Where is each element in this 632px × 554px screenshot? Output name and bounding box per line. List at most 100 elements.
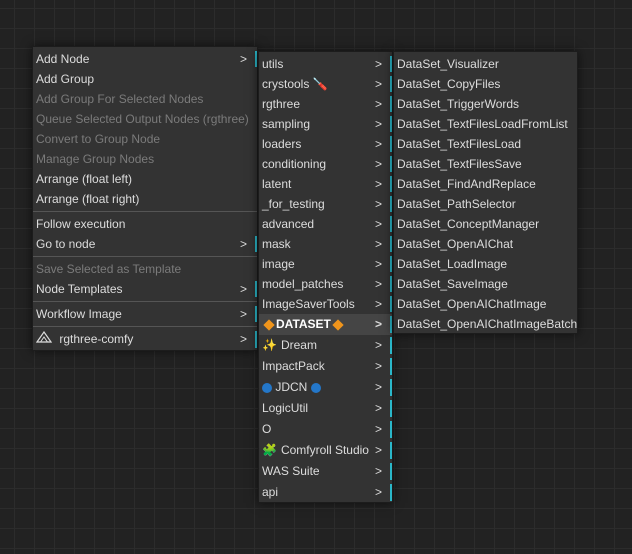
- chevron-right-icon: >: [374, 237, 382, 251]
- menu-separator: [33, 211, 257, 212]
- chevron-right-icon: >: [374, 277, 382, 291]
- chevron-right-icon: >: [239, 307, 247, 321]
- category-label: utils: [262, 57, 284, 71]
- menu-item-workflow-image[interactable]: Workflow Image >: [33, 304, 257, 324]
- node-dataset-pathselector[interactable]: DataSet_PathSelector: [394, 194, 577, 214]
- menu-item-follow-execution[interactable]: Follow execution: [33, 214, 257, 234]
- category-logicutil[interactable]: LogicUtil >: [259, 398, 392, 419]
- chevron-right-icon: >: [374, 117, 382, 131]
- menu-item-arrange-float-right[interactable]: Arrange (float right): [33, 189, 257, 209]
- node-dataset-openaichat[interactable]: DataSet_OpenAIChat: [394, 234, 577, 254]
- node-dataset-conceptmanager[interactable]: DataSet_ConceptManager: [394, 214, 577, 234]
- category-jdcn[interactable]: JDCN >: [259, 377, 392, 398]
- category-mask[interactable]: mask >: [259, 234, 392, 254]
- chevron-right-icon: >: [374, 443, 382, 457]
- puzzle-piece-icon: 🧩: [262, 443, 277, 458]
- chevron-right-icon: >: [374, 137, 382, 151]
- category-dataset[interactable]: DATASET >: [259, 314, 392, 335]
- menu-item-label: Arrange (float left): [36, 172, 133, 186]
- category-conditioning[interactable]: conditioning >: [259, 154, 392, 174]
- category-image[interactable]: image >: [259, 254, 392, 274]
- category-api[interactable]: api >: [259, 482, 392, 503]
- category-model-patches[interactable]: model_patches >: [259, 274, 392, 294]
- menu-item-save-selected-template: Save Selected as Template: [33, 259, 257, 279]
- category-latent[interactable]: latent >: [259, 174, 392, 194]
- menu-item-node-templates[interactable]: Node Templates >: [33, 279, 257, 299]
- category-label: O: [262, 422, 272, 436]
- category-advanced[interactable]: advanced >: [259, 214, 392, 234]
- chevron-right-icon: >: [374, 380, 382, 394]
- node-dataset-findandreplace[interactable]: DataSet_FindAndReplace: [394, 174, 577, 194]
- category-dream[interactable]: ✨ Dream >: [259, 335, 392, 356]
- category-loaders[interactable]: loaders >: [259, 134, 392, 154]
- menu-item-label: Manage Group Nodes: [36, 152, 155, 166]
- category-label: image: [262, 257, 295, 271]
- menu-item-rgthree-comfy[interactable]: rgthree-comfy >: [33, 329, 257, 350]
- category-utils[interactable]: utils >: [259, 54, 392, 74]
- menu-separator: [33, 326, 257, 327]
- node-dataset-textfilesloadfromlist[interactable]: DataSet_TextFilesLoadFromList: [394, 114, 577, 134]
- category-label: ImageSaverTools: [262, 297, 355, 311]
- chevron-right-icon: >: [374, 464, 382, 478]
- node-dataset-saveimage[interactable]: DataSet_SaveImage: [394, 274, 577, 294]
- category-rgthree[interactable]: rgthree >: [259, 94, 392, 114]
- chevron-right-icon: >: [374, 157, 382, 171]
- menu-item-label: Queue Selected Output Nodes (rgthree): [36, 112, 249, 126]
- category-o[interactable]: O >: [259, 419, 392, 440]
- chevron-right-icon: >: [239, 52, 247, 66]
- orange-diamond-icon: [332, 319, 344, 331]
- menu-item-go-to-node[interactable]: Go to node >: [33, 234, 257, 254]
- chevron-right-icon: >: [374, 177, 382, 191]
- menu-item-label: Save Selected as Template: [36, 262, 182, 276]
- chevron-right-icon: >: [239, 332, 247, 346]
- menu-item-label: Add Group For Selected Nodes: [36, 92, 204, 106]
- node-dataset-loadimage[interactable]: DataSet_LoadImage: [394, 254, 577, 274]
- category-label: crystools 🪛: [262, 77, 328, 91]
- category-label: ImpactPack: [262, 359, 325, 373]
- canvas-context-menu: Add Node > Add Group Add Group For Selec…: [32, 46, 258, 351]
- category-label: DATASET: [276, 317, 331, 331]
- chevron-right-icon: >: [374, 297, 382, 311]
- node-dataset-visualizer[interactable]: DataSet_Visualizer: [394, 54, 577, 74]
- sparkles-icon: ✨: [262, 338, 277, 353]
- dataset-submenu: DataSet_Visualizer DataSet_CopyFiles Dat…: [393, 51, 578, 334]
- category-label: Comfyroll Studio: [280, 443, 369, 457]
- node-dataset-openaichatimage[interactable]: DataSet_OpenAIChatImage: [394, 294, 577, 314]
- node-dataset-textfilessave[interactable]: DataSet_TextFilesSave: [394, 154, 577, 174]
- menu-item-label: Workflow Image: [36, 307, 122, 321]
- menu-item-label: Add Group: [36, 72, 95, 86]
- chevron-right-icon: >: [374, 422, 382, 436]
- category-label: sampling: [262, 117, 311, 131]
- menu-item-label: Convert to Group Node: [36, 132, 161, 146]
- menu-item-add-node[interactable]: Add Node >: [33, 49, 257, 69]
- chevron-right-icon: >: [374, 57, 382, 71]
- category-impactpack[interactable]: ImpactPack >: [259, 356, 392, 377]
- menu-item-label: Node Templates: [36, 282, 123, 296]
- node-dataset-openaichatimagebatch[interactable]: DataSet_OpenAIChatImageBatch: [394, 314, 577, 334]
- node-dataset-triggerwords[interactable]: DataSet_TriggerWords: [394, 94, 577, 114]
- node-dataset-textfilesload[interactable]: DataSet_TextFilesLoad: [394, 134, 577, 154]
- menu-item-arrange-float-left[interactable]: Arrange (float left): [33, 169, 257, 189]
- category-for-testing[interactable]: _for_testing >: [259, 194, 392, 214]
- node-dataset-copyfiles[interactable]: DataSet_CopyFiles: [394, 74, 577, 94]
- category-sampling[interactable]: sampling >: [259, 114, 392, 134]
- menu-separator: [33, 256, 257, 257]
- menu-item-label: rgthree-comfy: [59, 332, 134, 346]
- category-comfyroll-studio[interactable]: 🧩 Comfyroll Studio >: [259, 440, 392, 461]
- chevron-right-icon: >: [239, 282, 247, 296]
- chevron-right-icon: >: [374, 77, 382, 91]
- chevron-right-icon: >: [374, 97, 382, 111]
- chevron-right-icon: >: [374, 359, 382, 373]
- blue-circle-icon: [262, 382, 272, 393]
- menu-item-convert-to-group-node: Convert to Group Node: [33, 129, 257, 149]
- menu-separator: [33, 301, 257, 302]
- category-imagesavertools[interactable]: ImageSaverTools >: [259, 294, 392, 314]
- menu-item-label: Add Node: [36, 52, 90, 66]
- category-was-suite[interactable]: WAS Suite >: [259, 461, 392, 482]
- menu-item-add-group-for-selected: Add Group For Selected Nodes: [33, 89, 257, 109]
- category-crystools[interactable]: crystools 🪛 >: [259, 74, 392, 94]
- chevron-right-icon: >: [374, 217, 382, 231]
- menu-item-add-group[interactable]: Add Group: [33, 69, 257, 89]
- orange-diamond-icon: [263, 319, 275, 331]
- category-label: mask: [262, 237, 291, 251]
